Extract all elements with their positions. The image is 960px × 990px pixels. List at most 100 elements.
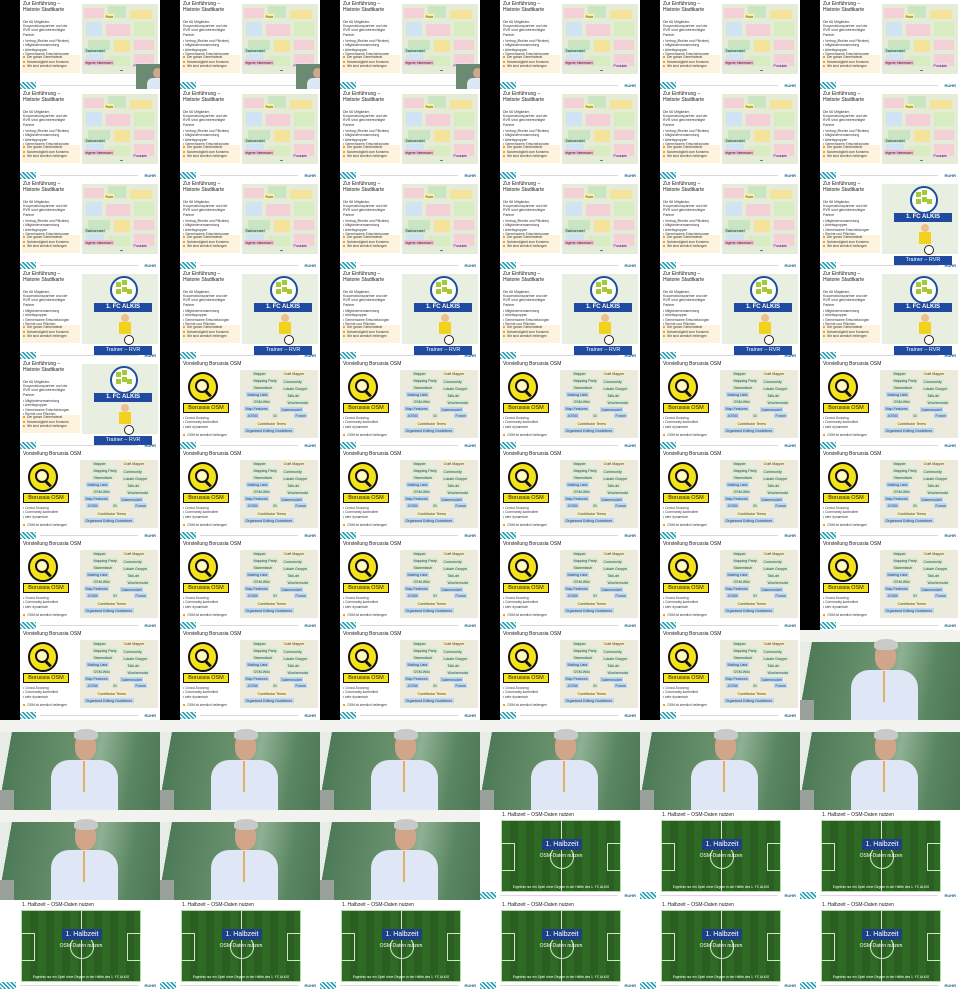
osm-tag: Craft Mapper: [602, 371, 626, 376]
osm-tag: Community: [922, 379, 944, 384]
osm-tag: Forum: [134, 503, 148, 508]
footer-stripe: [180, 172, 196, 179]
ball-icon: [924, 335, 934, 345]
footer-stripe: [500, 622, 516, 629]
slide-title: Vorstellung Borussia OSM: [823, 541, 882, 547]
slide-title: Vorstellung Borussia OSM: [23, 541, 82, 547]
osm-map: Mapper Craft Mapper Mapping Party Community…: [720, 370, 798, 438]
magnifier-icon: [348, 462, 378, 492]
map-district: [564, 8, 584, 18]
map-district: [294, 40, 314, 50]
lanyard: [83, 760, 86, 792]
highlight-box: Der ganze Gemeinderat Notwendigkeit zum K…: [22, 415, 80, 433]
bullet-list: Crowd-SourcingCommunity-kontrolliertsehr…: [823, 596, 858, 609]
map-district: [614, 202, 634, 216]
osm-tag: OSM-Wiki: [892, 489, 912, 494]
osm-tag: Lokale Gruppe: [602, 656, 629, 661]
frame-cell: Zur Einführung – Historie Stadtkarte Die …: [0, 90, 160, 180]
frame-cell: Vorstellung Borussia OSM Borussia OSM Crow…: [640, 630, 800, 720]
osm-tag: Mailing Lists: [86, 482, 109, 487]
slide-intro: Die 66 Mitglieder, Kooperationspartner u…: [343, 200, 388, 217]
player-head: [121, 404, 129, 412]
player-body: [599, 322, 611, 334]
map-label: Produkte: [132, 243, 149, 249]
osm-tag: OSM-Wiki: [252, 399, 272, 404]
bullet-list: MitgliederversammlungArbeitsgruppenGemei…: [663, 309, 718, 327]
osm-tag: OSM-Wiki: [892, 399, 912, 404]
club-name: Borussia OSM: [663, 673, 709, 683]
osm-tag: Lokale Gruppe: [442, 386, 469, 391]
highlight-box: OSM ist ziemlich heilengen: [183, 433, 238, 437]
osm-tag: Mapper: [252, 461, 268, 466]
speaker-video-inset: [296, 64, 320, 89]
lectern: [320, 880, 335, 900]
footer-stripe: [820, 352, 836, 359]
ruhr-logo: RUHR: [464, 533, 476, 538]
osm-tag: Contributor Terms: [96, 511, 128, 516]
slide-footer: RUHR: [820, 170, 960, 180]
lanyard: [723, 760, 726, 792]
map-label: Ruhr: [104, 104, 115, 110]
player-figure-icon: [758, 314, 774, 345]
speaker-hair: [233, 729, 258, 740]
footer-divider: [40, 715, 138, 716]
osm-tag: Mapping Party: [412, 558, 439, 563]
footer-divider: [840, 355, 938, 356]
osm-tag: Talk-de: [926, 393, 941, 398]
osm-tag: Community: [602, 649, 624, 654]
bullet-item: sehr dynamisch: [343, 605, 378, 609]
osm-tag: Stammtisch: [412, 385, 434, 390]
crest-square: [116, 372, 121, 377]
slide-intro: Die 66 Mitglieder, Kooperationspartner u…: [343, 290, 388, 307]
lanyard: [243, 760, 246, 792]
map-label: Ruhr: [744, 14, 755, 20]
speaker-photo: [320, 720, 480, 810]
ruhr-logo: RUHR: [784, 263, 796, 268]
osm-tag: JOSM: [246, 413, 259, 418]
presentation-slide: Zur Einführung – Historie Stadtkarte Die …: [20, 270, 160, 360]
osm-tag: Map Features: [884, 586, 910, 591]
osm-tag: Contributor Terms: [416, 691, 448, 696]
slide-title: Zur Einführung – Historie Stadtkarte: [23, 181, 65, 193]
map-label: Ruhr: [104, 14, 115, 20]
osm-tag: OSM-Wiki: [92, 579, 112, 584]
map-district: [934, 22, 954, 36]
osm-tag: Community: [602, 469, 624, 474]
frame-cell: Zur Einführung – Historie Stadtkarte Die …: [320, 180, 480, 270]
slide-footer: RUHR: [340, 530, 480, 540]
frame-cell: Vorstellung Borussia OSM Borussia OSM Crow…: [0, 450, 160, 540]
map-district: [130, 100, 152, 109]
footer-stripe: [800, 982, 816, 989]
club-badge: 1. FC ALKIS Trainer – RVR: [92, 276, 154, 358]
footer-stripe: [180, 352, 196, 359]
map-label: [600, 70, 603, 72]
frame-cell: Zur Einführung – Historie Stadtkarte Die …: [640, 270, 800, 360]
map-district: [934, 130, 954, 140]
speaker-head: [153, 68, 160, 78]
osm-tag: Stammtisch: [252, 475, 274, 480]
footer-stripe: [320, 982, 336, 989]
player-head: [761, 314, 769, 322]
osm-tag: Mapping Party: [732, 558, 759, 563]
osm-tag: Mailing Lists: [86, 662, 109, 667]
footer-divider: [680, 535, 778, 536]
osm-tag: Contributor Terms: [896, 511, 928, 516]
magnifier-icon: [508, 372, 538, 402]
footer-divider: [200, 535, 298, 536]
map-district: [726, 22, 742, 36]
osm-tag: Mapping Party: [732, 378, 759, 383]
osm-tag: iD: [272, 413, 279, 418]
map-label: eigene Interessen: [404, 60, 434, 66]
osm-tag: Forum: [614, 503, 628, 508]
player-body: [279, 322, 291, 334]
highlight-item: Wir sind ziemlich heilengen: [822, 64, 880, 69]
map-district: [294, 220, 314, 230]
highlight-box: OSM ist ziemlich heilengen: [23, 523, 78, 527]
slide-title: Zur Einführung – Historie Stadtkarte: [823, 1, 865, 13]
highlight-item: Wir sind ziemlich heilengen: [342, 244, 400, 249]
osm-tag: Organised Editing Guidelines: [404, 428, 454, 433]
osm-tag: iD: [592, 683, 599, 688]
osm-tag: Datenmodell: [760, 677, 784, 682]
footer-stripe: [660, 262, 676, 269]
slide-footer: RUHR: [820, 440, 960, 450]
